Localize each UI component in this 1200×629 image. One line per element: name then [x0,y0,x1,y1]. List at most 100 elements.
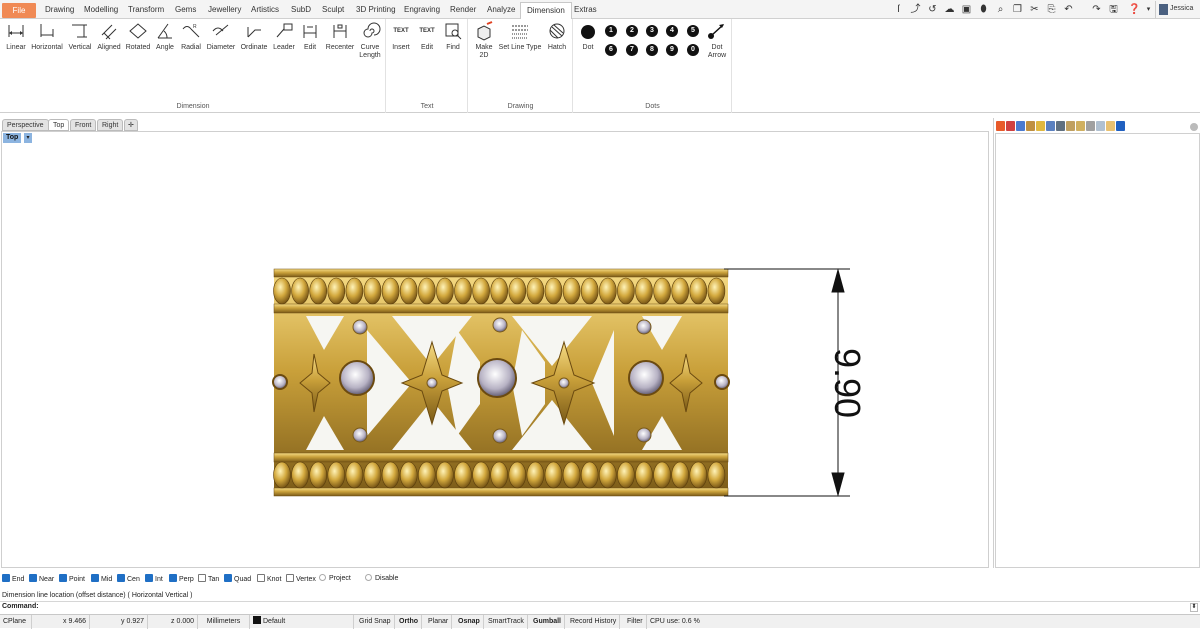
osnap-quad-option[interactable]: Quad [224,574,251,584]
checkbox-perp[interactable] [169,574,177,582]
rotated-dimension-button[interactable]: Rotated [124,21,152,52]
tab-dimension[interactable]: Dimension [520,2,572,20]
help-icon[interactable]: ❓ [1128,3,1141,16]
radio-project[interactable] [319,574,326,581]
find-text-button[interactable]: Find [441,21,465,52]
library-icon[interactable] [1066,121,1075,131]
tab-artistics[interactable]: Artistics [245,2,285,19]
cut-icon[interactable]: ✂ [1028,3,1041,16]
save-icon[interactable]: 🖫 [1107,3,1120,16]
tab-transform[interactable]: Transform [122,2,170,19]
search-icon[interactable]: ⌕ [994,3,1007,16]
dot-arrow-button[interactable]: Dot Arrow [705,21,729,60]
tab-front[interactable]: Front [70,119,97,131]
ordinate-dimension-button[interactable]: Ordinate [238,21,270,52]
checkbox-mid[interactable] [91,574,99,582]
linear-dimension-button[interactable]: Linear [3,21,29,52]
microphone-icon[interactable]: ⬮ [977,3,990,16]
tab-3d-printing[interactable]: 3D Printing [350,2,402,19]
osnap-point-option[interactable]: Point [59,574,85,584]
tab-sculpt[interactable]: Sculpt [316,2,350,19]
folder-icon[interactable] [1036,121,1045,131]
tab-right[interactable]: Right [97,119,124,131]
make-2d-button[interactable]: Make 2D [471,21,497,60]
paste-icon[interactable]: ⎘ [1045,3,1058,16]
planar-toggle[interactable]: Planar [425,615,453,629]
bell-icon[interactable] [1116,121,1125,131]
snap-icon[interactable]: ſ [892,3,905,16]
tab-jewellery[interactable]: Jewellery [202,2,247,19]
dot-2-button[interactable]: 2 [626,25,638,37]
ortho-toggle[interactable]: Ortho [396,615,423,629]
osnap-disable-option[interactable]: Disable [365,574,398,584]
diameter-dimension-button[interactable]: Diameter [205,21,237,52]
set-line-type-button[interactable]: Set Line Type [498,21,542,52]
lightbulb-icon[interactable] [1076,121,1085,131]
osnap-perp-option[interactable]: Perp [169,574,194,584]
dot-0-button[interactable]: 0 [687,44,699,56]
recenter-button[interactable]: Recenter [324,21,356,52]
osnap-project-option[interactable]: Project [319,574,351,584]
lock-icon[interactable]: ↺ [926,3,939,16]
filter-toggle[interactable]: Filter [624,615,647,629]
dot-4-button[interactable]: 4 [666,25,678,37]
edit-dimension-button[interactable]: Edit [298,21,322,52]
cloud-icon[interactable]: ☁ [943,3,956,16]
tab-gems[interactable]: Gems [169,2,202,19]
dot-7-button[interactable]: 7 [626,44,638,56]
display-icon[interactable] [1016,121,1025,131]
materials-icon[interactable] [1026,121,1035,131]
tab-modelling[interactable]: Modelling [78,2,124,19]
tab-perspective[interactable]: Perspective [2,119,49,131]
lock-panel-icon[interactable] [1106,121,1115,131]
image-icon[interactable]: ▣ [960,3,973,16]
redo-icon[interactable]: ↷ [1090,3,1103,16]
osnap-tan-option[interactable]: Tan [198,574,219,584]
osnap-vertex-option[interactable]: Vertex [286,574,316,584]
checkbox-cen[interactable] [117,574,125,582]
units-label[interactable]: Millimeters [198,615,250,629]
osnap-int-option[interactable]: Int [145,574,163,584]
aligned-dimension-button[interactable]: Aligned [95,21,123,52]
osnap-cen-option[interactable]: Cen [117,574,140,584]
checkbox-quad[interactable] [224,574,232,582]
osnap-knot-option[interactable]: Knot [257,574,281,584]
tab-engraving[interactable]: Engraving [398,2,446,19]
tab-extras[interactable]: Extras [568,2,603,19]
hatch-button[interactable]: Hatch [544,21,570,52]
edit-text-button[interactable]: TEXT Edit [415,21,439,52]
named-views-icon[interactable] [1046,121,1055,131]
dot-9-button[interactable]: 9 [666,44,678,56]
dot-5-button[interactable]: 5 [687,25,699,37]
grid-snap-toggle[interactable]: Grid Snap [356,615,395,629]
add-viewport-icon[interactable]: ✛ [124,119,138,131]
chevron-down-icon[interactable]: ▾ [1142,3,1155,16]
undo-icon[interactable]: ↶ [1062,3,1075,16]
checkbox-point[interactable] [59,574,67,582]
render-icon[interactable] [1056,121,1065,131]
osnap-end-option[interactable]: End [2,574,24,584]
insert-text-button[interactable]: TEXT Insert [389,21,413,52]
angle-dimension-button[interactable]: Angle [153,21,177,52]
osnap-toggle[interactable]: Osnap [455,615,484,629]
osnap-near-option[interactable]: Near [29,574,54,584]
dot-1-button[interactable]: 1 [605,25,617,37]
dot-6-button[interactable]: 6 [605,44,617,56]
help-panel-icon[interactable] [1086,121,1095,131]
leader-button[interactable]: Leader [271,21,297,52]
panel-options-icon[interactable] [1190,123,1198,131]
dimension-value[interactable]: 9.90 [827,348,868,418]
tab-render[interactable]: Render [444,2,482,19]
command-input[interactable] [40,603,1188,612]
tab-drawing[interactable]: Drawing [39,2,80,19]
cplane-label[interactable]: CPlane [0,615,32,629]
tab-analyze[interactable]: Analyze [481,2,521,19]
properties-icon[interactable] [996,121,1005,131]
radial-dimension-button[interactable]: R Radial [178,21,204,52]
checkbox-int[interactable] [145,574,153,582]
osnap-mid-option[interactable]: Mid [91,574,112,584]
dot-3-button[interactable]: 3 [646,25,658,37]
layer-selector[interactable]: Default [250,615,354,629]
notes-icon[interactable] [1096,121,1105,131]
curve-tool-icon[interactable]: ⤴ [909,3,922,16]
